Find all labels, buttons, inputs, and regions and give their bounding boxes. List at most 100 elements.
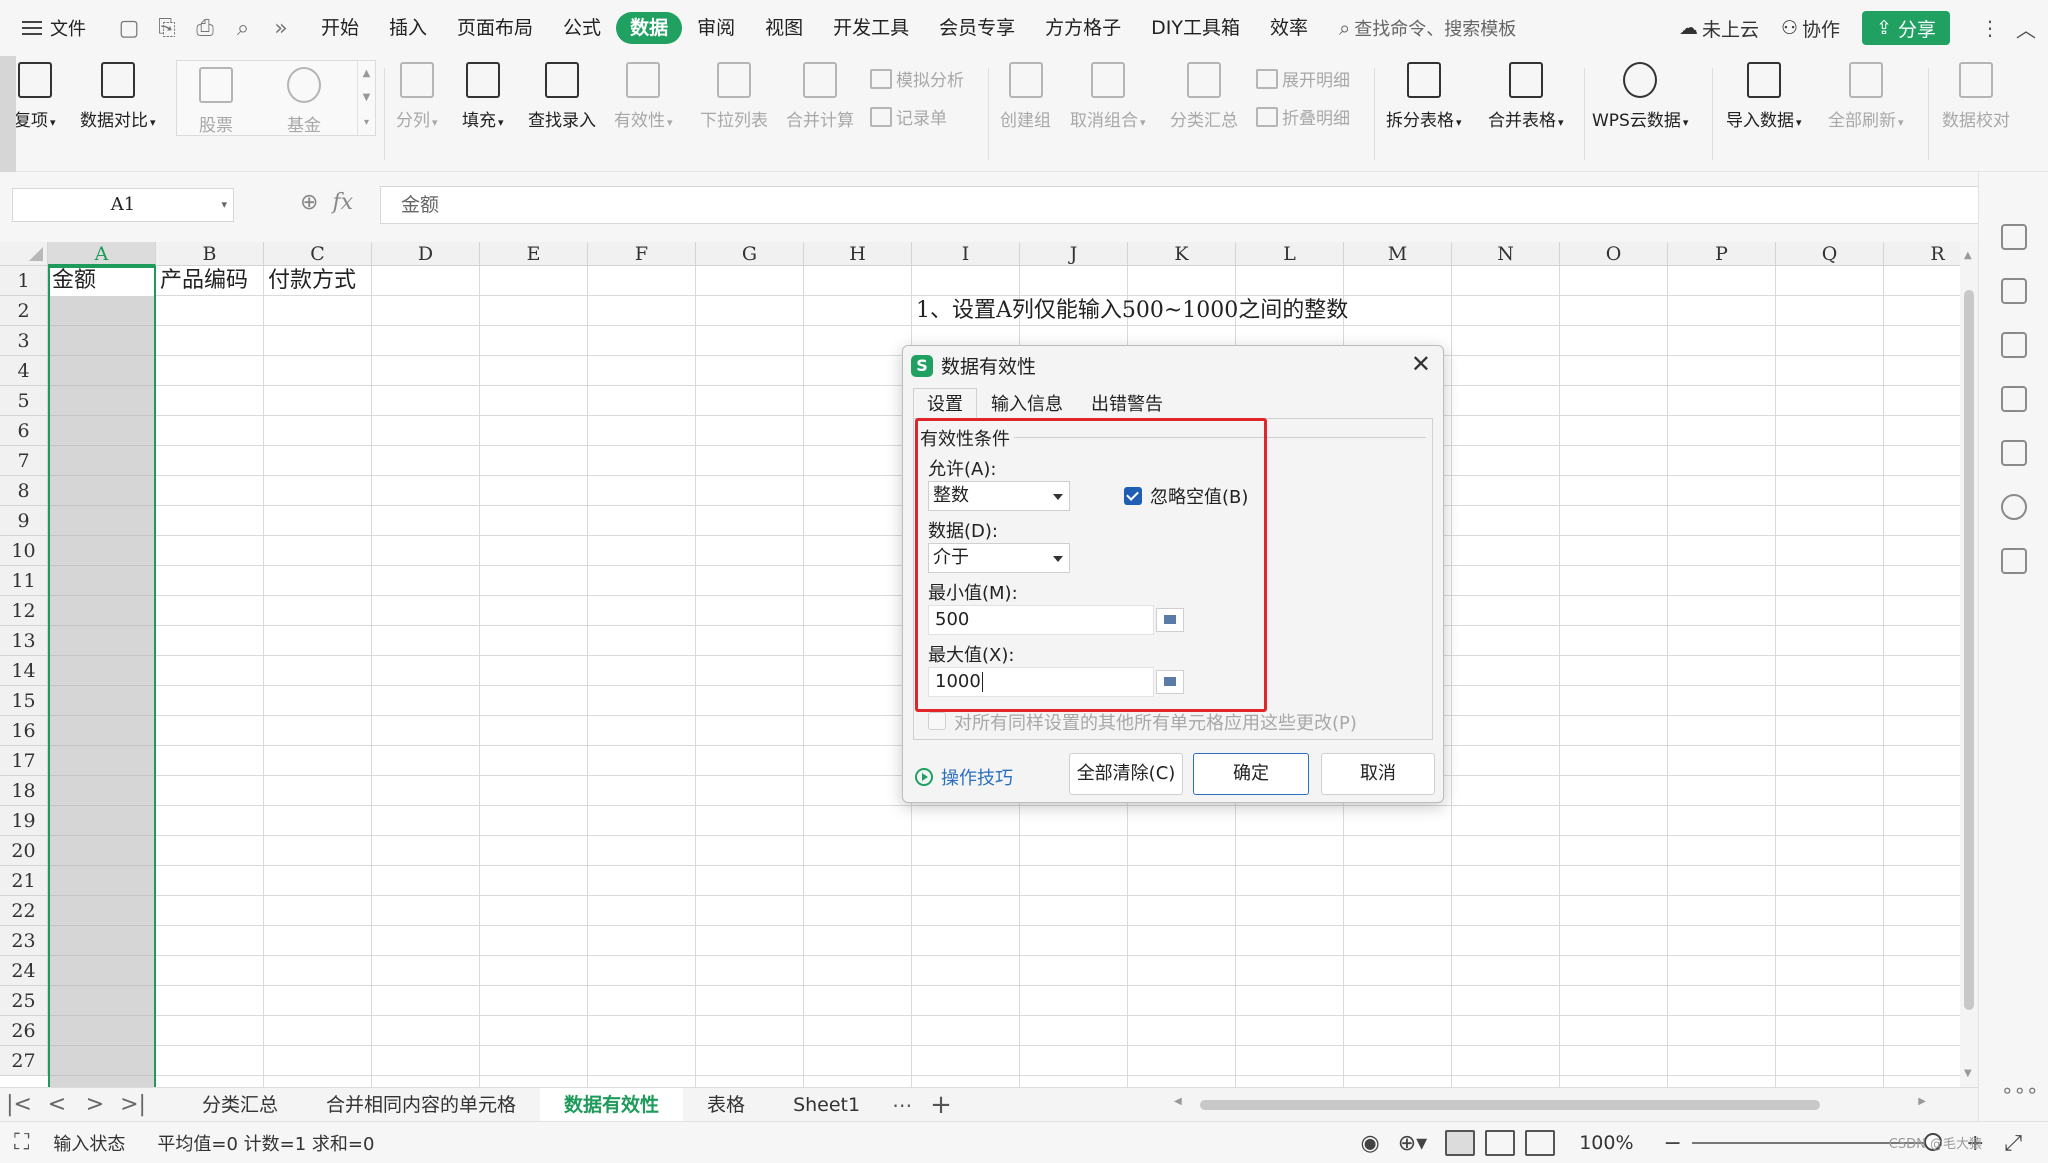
- horizontal-scrollbar[interactable]: ◀ ▶: [1170, 1096, 1930, 1114]
- row-header-15[interactable]: 15: [0, 686, 48, 716]
- select-all-corner[interactable]: [0, 242, 48, 266]
- ribbon-fund-button[interactable]: 基金: [287, 67, 321, 136]
- ribbon-subtotal-button[interactable]: 分类汇总: [1170, 62, 1238, 131]
- ribbon-record-form-button[interactable]: 记录单: [870, 104, 947, 129]
- horizontal-scroll-thumb[interactable]: [1200, 1100, 1820, 1110]
- column-header-f[interactable]: F: [588, 242, 696, 266]
- fx-icon[interactable]: fx: [332, 190, 353, 215]
- ribbon-scroll-left[interactable]: [0, 56, 16, 172]
- ribbon-import-data-button[interactable]: 导入数据 ▾: [1726, 62, 1802, 131]
- image-settings-icon[interactable]: [2001, 440, 2027, 466]
- more-sheets-icon[interactable]: ⋯: [892, 1093, 912, 1117]
- ribbon-split-button[interactable]: 分列 ▾: [396, 62, 438, 131]
- pointer-icon[interactable]: [2001, 278, 2027, 304]
- column-header-c[interactable]: C: [264, 242, 372, 266]
- ribbon-data-compare-button[interactable]: 数据对比 ▾: [80, 62, 156, 131]
- clear-all-button[interactable]: 全部清除(C): [1069, 753, 1183, 795]
- cell-a1[interactable]: 金额: [52, 266, 96, 296]
- sheet-tab-table[interactable]: 表格: [683, 1088, 769, 1122]
- sheet-tab-merge-same[interactable]: 合并相同内容的单元格: [302, 1088, 540, 1122]
- data-operator-select[interactable]: 介于: [928, 543, 1070, 573]
- ribbon-dropdown-list-button[interactable]: 下拉列表: [700, 62, 768, 131]
- column-header-q[interactable]: Q: [1776, 242, 1884, 266]
- ribbon-collapse-detail-button[interactable]: 折叠明细: [1256, 104, 1350, 129]
- row-header-24[interactable]: 24: [0, 956, 48, 986]
- share-button[interactable]: ⇪ 分享: [1862, 11, 1950, 45]
- export-icon[interactable]: ⎘: [154, 16, 180, 41]
- row-header-2[interactable]: 2: [0, 296, 48, 326]
- sheet-tab-subtotal[interactable]: 分类汇总: [178, 1088, 302, 1122]
- ribbon-split-table-button[interactable]: 拆分表格 ▾: [1386, 62, 1462, 131]
- tab-ffcell[interactable]: 方方格子: [1030, 12, 1136, 44]
- next-sheet-icon[interactable]: >: [76, 1092, 114, 1117]
- fullscreen-icon[interactable]: ⤢: [2004, 1131, 2022, 1156]
- collaborate-button[interactable]: ⚇ 协作: [1781, 15, 1840, 42]
- book-icon[interactable]: [2001, 548, 2027, 574]
- ribbon-ungroup-button[interactable]: 取消组合 ▾: [1070, 62, 1146, 131]
- column-header-j[interactable]: J: [1020, 242, 1128, 266]
- formula-input[interactable]: 金额: [380, 186, 1980, 224]
- scroll-left-icon[interactable]: ◀: [1174, 1096, 1182, 1107]
- tab-home[interactable]: 开始: [306, 12, 374, 44]
- ignore-blank-label[interactable]: 忽略空值(B): [1150, 483, 1248, 509]
- rocket-icon[interactable]: [2001, 224, 2027, 250]
- row-header-26[interactable]: 26: [0, 1016, 48, 1046]
- ribbon-data-proofread-button[interactable]: 数据校对: [1942, 62, 2010, 131]
- sliders-icon[interactable]: [2001, 332, 2027, 358]
- first-sheet-icon[interactable]: |<: [0, 1092, 38, 1117]
- prev-sheet-icon[interactable]: <: [38, 1092, 76, 1117]
- row-header-25[interactable]: 25: [0, 986, 48, 1016]
- ribbon-wps-cloud-data-button[interactable]: WPS云数据 ▾: [1592, 62, 1688, 131]
- eye-protection-icon[interactable]: ◉: [1361, 1131, 1380, 1156]
- normal-view-button[interactable]: [1445, 1130, 1476, 1156]
- row-header-4[interactable]: 4: [0, 356, 48, 386]
- ignore-blank-checkbox[interactable]: [1124, 487, 1142, 505]
- more-options-icon[interactable]: ⋮: [1976, 16, 2004, 40]
- add-sheet-icon[interactable]: +: [930, 1090, 952, 1120]
- ribbon-group-button[interactable]: 创建组: [1000, 62, 1051, 131]
- tab-insert[interactable]: 插入: [374, 12, 442, 44]
- column-header-p[interactable]: P: [1668, 242, 1776, 266]
- file-menu[interactable]: 文件: [22, 15, 102, 41]
- center-view-icon[interactable]: ⊕▾: [1398, 1131, 1427, 1156]
- print-icon[interactable]: ⎙: [192, 16, 218, 41]
- gallery-scroll[interactable]: ▲ ▼ ▾: [357, 61, 375, 135]
- row-header-20[interactable]: 20: [0, 836, 48, 866]
- cancel-button[interactable]: 取消: [1321, 753, 1435, 795]
- column-header-m[interactable]: M: [1344, 242, 1452, 266]
- ribbon-stock-button[interactable]: 股票: [199, 67, 233, 136]
- column-header-i[interactable]: I: [912, 242, 1020, 266]
- zoom-level[interactable]: 100%: [1579, 1132, 1633, 1154]
- tab-diy-toolbox[interactable]: DIY工具箱: [1136, 12, 1255, 44]
- allow-select[interactable]: 整数: [928, 481, 1070, 511]
- ribbon-duplicate-button[interactable]: 复项 ▾: [14, 62, 56, 131]
- minimum-range-picker-button[interactable]: [1156, 608, 1184, 632]
- row-header-13[interactable]: 13: [0, 626, 48, 656]
- selected-column-a[interactable]: [48, 266, 156, 1087]
- tab-data[interactable]: 数据: [616, 12, 683, 44]
- tab-member[interactable]: 会员专享: [924, 12, 1030, 44]
- scroll-right-icon[interactable]: ▶: [1918, 1096, 1926, 1107]
- cell-i2[interactable]: 1、设置A列仅能输入500~1000之间的整数: [916, 296, 1348, 326]
- chevron-down-icon[interactable]: ▾: [221, 189, 227, 221]
- column-header-l[interactable]: L: [1236, 242, 1344, 266]
- row-header-22[interactable]: 22: [0, 896, 48, 926]
- row-header-8[interactable]: 8: [0, 476, 48, 506]
- row-header-14[interactable]: 14: [0, 656, 48, 686]
- sheet-tab-data-validity[interactable]: 数据有效性: [540, 1087, 684, 1122]
- page-layout-view-button[interactable]: [1485, 1130, 1516, 1156]
- maximum-input[interactable]: 1000: [928, 667, 1154, 697]
- scroll-down-icon[interactable]: ▼: [1964, 1068, 1972, 1079]
- column-header-o[interactable]: O: [1560, 242, 1668, 266]
- transfer-icon[interactable]: [2001, 386, 2027, 412]
- row-header-11[interactable]: 11: [0, 566, 48, 596]
- column-header-n[interactable]: N: [1452, 242, 1560, 266]
- maximum-range-picker-button[interactable]: [1156, 670, 1184, 694]
- ribbon-refresh-all-button[interactable]: 全部刷新 ▾: [1828, 62, 1904, 131]
- dialog-tab-settings[interactable]: 设置: [913, 388, 977, 418]
- row-header-9[interactable]: 9: [0, 506, 48, 536]
- tab-formulas[interactable]: 公式: [548, 12, 616, 44]
- ok-button[interactable]: 确定: [1193, 753, 1309, 795]
- ribbon-what-if-button[interactable]: 模拟分析: [870, 66, 964, 91]
- row-header-18[interactable]: 18: [0, 776, 48, 806]
